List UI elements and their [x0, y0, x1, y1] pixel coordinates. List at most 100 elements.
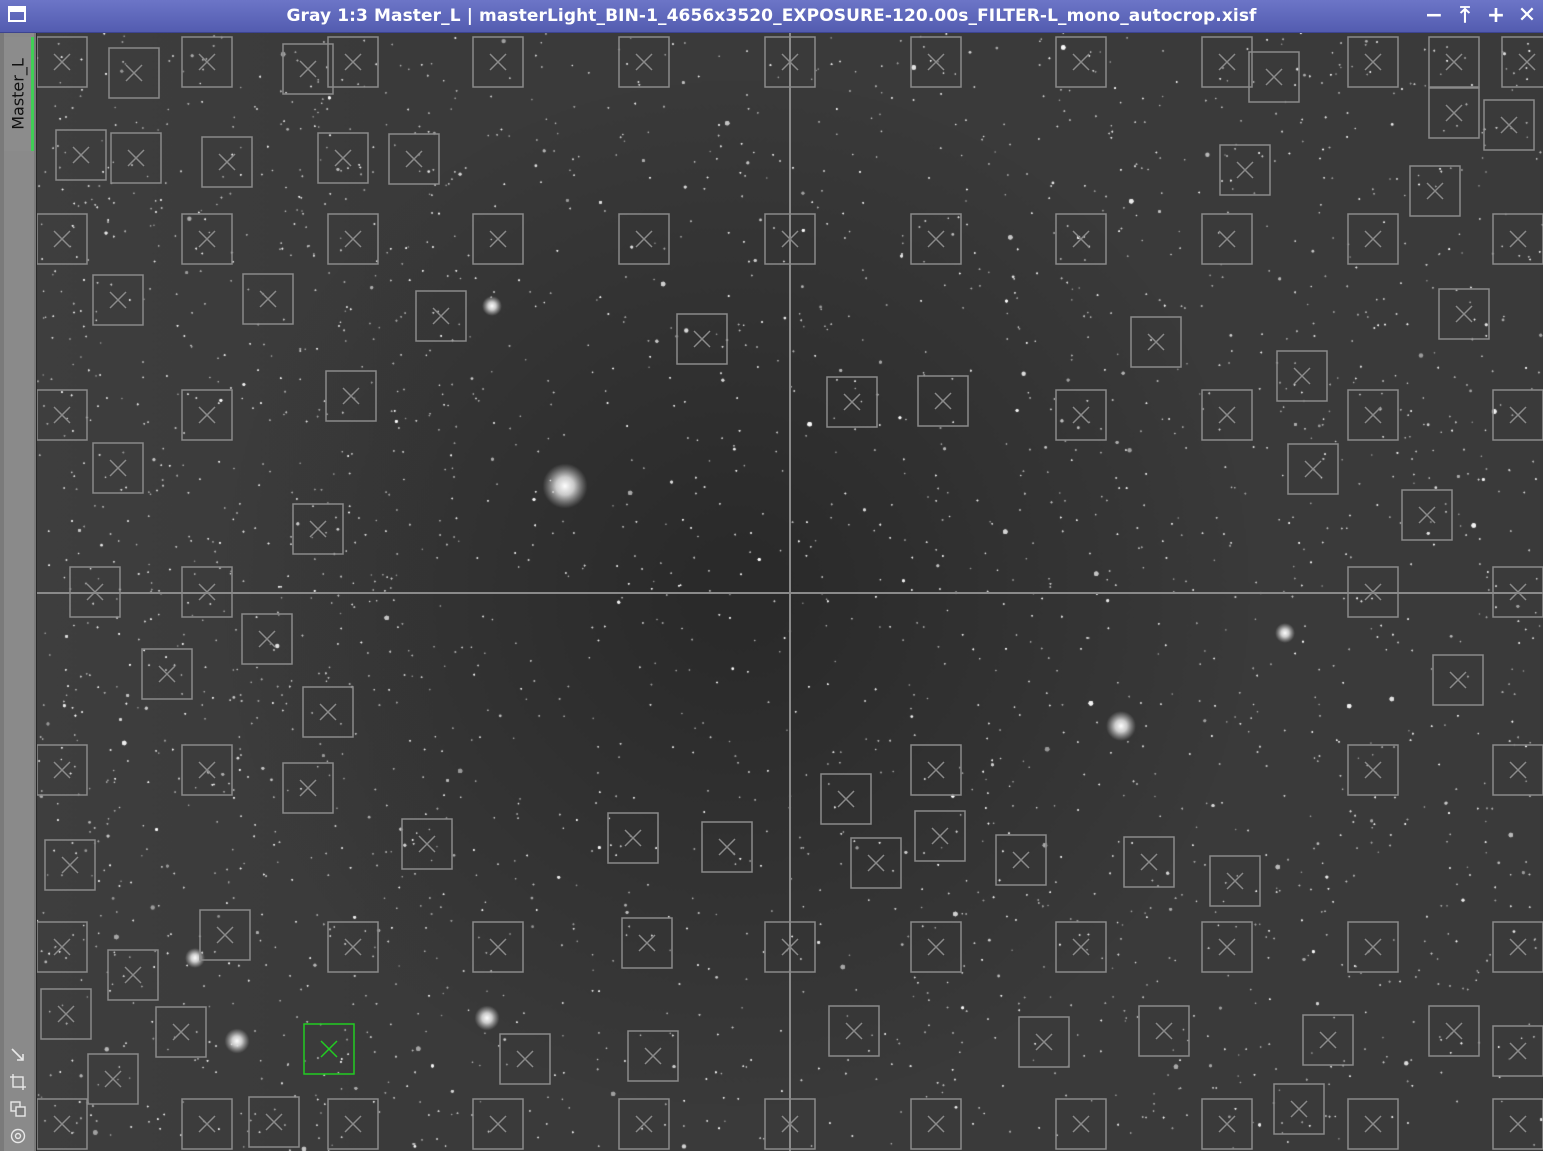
sample-box[interactable] [1347, 921, 1399, 973]
sample-box[interactable] [302, 686, 354, 738]
sample-box[interactable] [472, 213, 524, 265]
sample-box[interactable] [388, 133, 440, 185]
sample-box[interactable] [1347, 213, 1399, 265]
sample-box[interactable] [242, 273, 294, 325]
sample-box[interactable] [37, 389, 88, 441]
sample-box[interactable] [107, 949, 159, 1001]
sample-box[interactable] [181, 389, 233, 441]
sample-box[interactable] [1492, 1098, 1543, 1150]
sample-box[interactable] [1130, 316, 1182, 368]
sample-box[interactable] [1492, 744, 1543, 796]
sample-box[interactable] [828, 1005, 880, 1057]
sample-box[interactable] [1483, 99, 1535, 151]
sample-box[interactable] [1219, 144, 1271, 196]
sample-box[interactable] [1201, 921, 1253, 973]
sample-box[interactable] [37, 921, 88, 973]
minimize-button[interactable]: − [1421, 3, 1447, 29]
sample-box[interactable] [37, 1098, 88, 1150]
sample-box[interactable] [292, 503, 344, 555]
sample-box[interactable] [1428, 36, 1480, 88]
sample-box[interactable] [627, 1030, 679, 1082]
sample-box[interactable] [1055, 389, 1107, 441]
sample-box[interactable] [1492, 213, 1543, 265]
sample-box[interactable] [415, 290, 467, 342]
sample-box[interactable] [1401, 489, 1453, 541]
sample-box[interactable] [181, 744, 233, 796]
sample-box[interactable] [201, 136, 253, 188]
image-viewport[interactable] [37, 33, 1543, 1151]
sample-box[interactable] [37, 213, 88, 265]
sample-box[interactable] [1347, 389, 1399, 441]
sample-box[interactable] [55, 129, 107, 181]
sample-box[interactable] [1055, 36, 1107, 88]
sample-box[interactable] [44, 839, 96, 891]
sample-box[interactable] [282, 43, 334, 95]
sample-box[interactable] [1428, 87, 1480, 139]
sample-box[interactable] [1347, 744, 1399, 796]
sample-box[interactable] [327, 921, 379, 973]
sample-box[interactable] [1273, 1083, 1325, 1135]
sample-box[interactable] [618, 213, 670, 265]
sample-box[interactable] [1492, 389, 1543, 441]
sample-box[interactable] [1287, 443, 1339, 495]
sample-box[interactable] [108, 47, 160, 99]
sample-box[interactable] [1432, 654, 1484, 706]
clone-view-icon[interactable] [9, 1100, 27, 1118]
sample-box[interactable] [155, 1006, 207, 1058]
sample-box[interactable] [181, 36, 233, 88]
sample-box[interactable] [1055, 1098, 1107, 1150]
sample-box[interactable] [37, 36, 88, 88]
sample-box[interactable] [1302, 1014, 1354, 1066]
sample-box[interactable] [621, 917, 673, 969]
sample-box[interactable] [995, 834, 1047, 886]
sample-box[interactable] [917, 375, 969, 427]
sample-box[interactable] [910, 744, 962, 796]
sample-box[interactable] [241, 613, 293, 665]
sample-box[interactable] [472, 36, 524, 88]
sample-box[interactable] [401, 818, 453, 870]
sample-box[interactable] [199, 909, 251, 961]
sample-box[interactable] [1201, 213, 1253, 265]
view-tab[interactable]: Master_L [4, 37, 34, 151]
sample-box[interactable] [1409, 165, 1461, 217]
sample-box[interactable] [87, 1053, 139, 1105]
sample-box[interactable] [282, 762, 334, 814]
title-bar[interactable]: Gray 1:3 Master_L | masterLight_BIN-1_46… [0, 0, 1543, 33]
sample-box[interactable] [499, 1033, 551, 1085]
sample-box[interactable] [701, 821, 753, 873]
sample-box[interactable] [327, 36, 379, 88]
sample-box[interactable] [1201, 1098, 1253, 1150]
sample-box[interactable] [1138, 1005, 1190, 1057]
sample-box[interactable] [141, 648, 193, 700]
sample-box[interactable] [1347, 36, 1399, 88]
sample-box[interactable] [1347, 1098, 1399, 1150]
sample-box[interactable] [910, 921, 962, 973]
sample-box[interactable] [1428, 1005, 1480, 1057]
sample-box[interactable] [92, 442, 144, 494]
sample-box[interactable] [472, 1098, 524, 1150]
maximize-button[interactable]: + [1483, 3, 1509, 29]
sample-box[interactable] [850, 837, 902, 889]
shade-button[interactable]: ⤒ [1452, 3, 1478, 29]
zoom-to-fit-icon[interactable] [9, 1046, 27, 1064]
sample-box[interactable] [472, 921, 524, 973]
sample-box[interactable] [607, 812, 659, 864]
sample-box[interactable] [618, 36, 670, 88]
sample-box[interactable] [248, 1096, 300, 1148]
sample-box[interactable] [327, 1098, 379, 1150]
sample-box[interactable] [327, 213, 379, 265]
fit-view-icon[interactable] [9, 1073, 27, 1091]
sample-box[interactable] [1055, 921, 1107, 973]
sample-box[interactable] [826, 376, 878, 428]
sample-box[interactable] [1018, 1016, 1070, 1068]
sample-box[interactable] [92, 274, 144, 326]
sample-box[interactable] [1492, 1025, 1543, 1077]
sample-box[interactable] [1123, 836, 1175, 888]
sample-box[interactable] [317, 132, 369, 184]
sample-box[interactable] [1438, 288, 1490, 340]
target-icon[interactable] [9, 1127, 27, 1145]
sample-box[interactable] [110, 132, 162, 184]
sample-box[interactable] [1276, 350, 1328, 402]
sample-box[interactable] [618, 1098, 670, 1150]
sample-box[interactable] [910, 36, 962, 88]
